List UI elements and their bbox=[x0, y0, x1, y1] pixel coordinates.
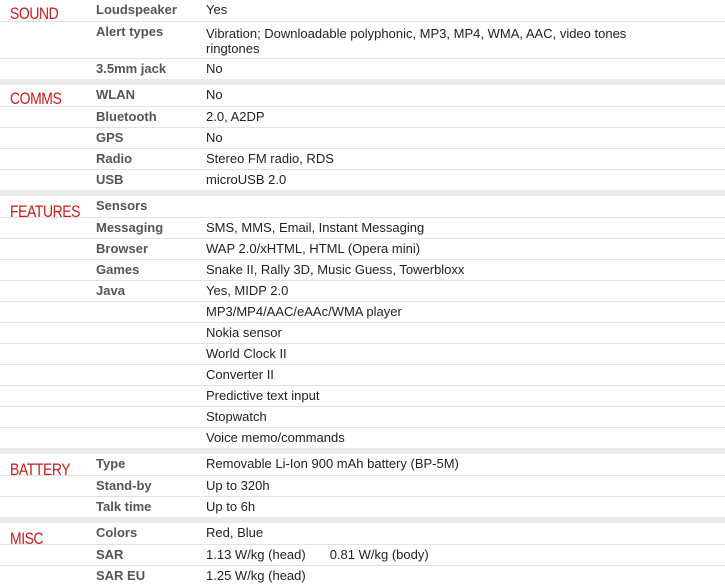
spec-label: Colors bbox=[96, 525, 138, 540]
spec-label: Games bbox=[96, 262, 140, 277]
spec-value: Up to 6h bbox=[206, 499, 256, 514]
spec-row-sensors: Sensors bbox=[0, 196, 725, 218]
spec-value: SMS, MMS, Email, Instant Messaging bbox=[206, 220, 425, 235]
spec-row-messaging: Messaging SMS, MMS, Email, Instant Messa… bbox=[0, 218, 725, 239]
spec-row-feature: World Clock II bbox=[0, 344, 725, 365]
spec-value: Yes, MIDP 2.0 bbox=[206, 283, 289, 298]
spec-value: Predictive text input bbox=[206, 388, 320, 403]
spec-label: Messaging bbox=[96, 220, 164, 235]
spec-value: Removable Li-Ion 900 mAh battery (BP-5M) bbox=[206, 456, 459, 471]
spec-row-feature: Converter II bbox=[0, 365, 725, 386]
spec-row-standby: Stand-by Up to 320h bbox=[0, 476, 725, 497]
spec-row-jack: 3.5mm jack No bbox=[0, 59, 725, 80]
spec-row-games: Games Snake II, Rally 3D, Music Guess, T… bbox=[0, 260, 725, 281]
section-battery: BATTERY Type Removable Li-Ion 900 mAh ba… bbox=[0, 454, 725, 523]
spec-label: Bluetooth bbox=[96, 109, 157, 124]
spec-label: Alert types bbox=[96, 24, 164, 39]
spec-row-feature: Predictive text input bbox=[0, 386, 725, 407]
spec-row-feature: Nokia sensor bbox=[0, 323, 725, 344]
spec-value: Nokia sensor bbox=[206, 325, 282, 340]
spec-value: World Clock II bbox=[206, 346, 287, 361]
spec-label: Java bbox=[96, 283, 125, 298]
spec-value: Stopwatch bbox=[206, 409, 267, 424]
spec-value: No bbox=[206, 130, 223, 145]
spec-row-colors: Colors Red, Blue bbox=[0, 523, 725, 545]
spec-row-talk-time: Talk time Up to 6h bbox=[0, 497, 725, 517]
spec-row-type: Type Removable Li-Ion 900 mAh battery (B… bbox=[0, 454, 725, 476]
spec-value: No bbox=[206, 61, 223, 76]
spec-label: Stand-by bbox=[96, 478, 152, 493]
spec-label: Browser bbox=[96, 241, 149, 256]
sar-head-value: 1.13 W/kg (head) bbox=[206, 547, 306, 562]
spec-value: Stereo FM radio, RDS bbox=[206, 151, 334, 166]
section-sound: SOUND Loudspeaker Yes Alert types Vibrat… bbox=[0, 0, 725, 85]
spec-row-sar: SAR 1.13 W/kg (head) 0.81 W/kg (body) bbox=[0, 545, 725, 566]
spec-label: Loudspeaker bbox=[96, 2, 177, 17]
spec-row-java: Java Yes, MIDP 2.0 bbox=[0, 281, 725, 302]
spec-value: microUSB 2.0 bbox=[206, 172, 287, 187]
spec-value: Yes bbox=[206, 2, 228, 17]
spec-value: Red, Blue bbox=[206, 525, 264, 540]
spec-label: Sensors bbox=[96, 198, 148, 213]
spec-row-feature: Voice memo/commands bbox=[0, 428, 725, 448]
spec-row-loudspeaker: Loudspeaker Yes bbox=[0, 0, 725, 22]
spec-label: 3.5mm jack bbox=[96, 61, 167, 76]
spec-label: Talk time bbox=[96, 499, 152, 514]
spec-label: WLAN bbox=[96, 87, 135, 102]
spec-row-radio: Radio Stereo FM radio, RDS bbox=[0, 149, 725, 170]
spec-row-sar-eu: SAR EU 1.25 W/kg (head) bbox=[0, 566, 725, 586]
spec-row-wlan: WLAN No bbox=[0, 85, 725, 107]
spec-label: SAR bbox=[96, 547, 124, 562]
spec-value: 2.0, A2DP bbox=[206, 109, 265, 124]
spec-value: Vibration; Downloadable polyphonic, MP3,… bbox=[206, 26, 627, 56]
spec-value: Up to 320h bbox=[206, 478, 270, 493]
spec-row-alert-types: Alert types Vibration; Downloadable poly… bbox=[0, 22, 725, 59]
spec-value: Converter II bbox=[206, 367, 274, 382]
spec-value: 1.13 W/kg (head) 0.81 W/kg (body) bbox=[206, 545, 676, 565]
spec-value bbox=[206, 196, 676, 217]
spec-value: WAP 2.0/xHTML, HTML (Opera mini) bbox=[206, 241, 421, 256]
spec-label: GPS bbox=[96, 130, 124, 145]
spec-row-bluetooth: Bluetooth 2.0, A2DP bbox=[0, 107, 725, 128]
spec-value: Voice memo/commands bbox=[206, 430, 345, 445]
section-features: FEATURES Sensors Messaging SMS, MMS, Ema… bbox=[0, 196, 725, 454]
spec-row-browser: Browser WAP 2.0/xHTML, HTML (Opera mini) bbox=[0, 239, 725, 260]
section-misc: MISC Colors Red, Blue SAR 1.13 W/kg (hea… bbox=[0, 523, 725, 587]
section-comms: COMMS WLAN No Bluetooth 2.0, A2DP GPS No… bbox=[0, 85, 725, 196]
spec-label: Type bbox=[96, 456, 126, 471]
spec-value: 1.25 W/kg (head) bbox=[206, 568, 306, 583]
spec-row-usb: USB microUSB 2.0 bbox=[0, 170, 725, 190]
spec-value: MP3/MP4/AAC/eAAc/WMA player bbox=[206, 304, 402, 319]
spec-row-gps: GPS No bbox=[0, 128, 725, 149]
spec-value: Snake II, Rally 3D, Music Guess, Towerbl… bbox=[206, 262, 465, 277]
spec-label: Radio bbox=[96, 151, 133, 166]
spec-row-feature: MP3/MP4/AAC/eAAc/WMA player bbox=[0, 302, 725, 323]
spec-label: SAR EU bbox=[96, 568, 146, 583]
spec-value: No bbox=[206, 87, 223, 102]
spec-label: USB bbox=[96, 172, 124, 187]
spec-row-feature: Stopwatch bbox=[0, 407, 725, 428]
sar-body-value: 0.81 W/kg (body) bbox=[329, 547, 429, 562]
